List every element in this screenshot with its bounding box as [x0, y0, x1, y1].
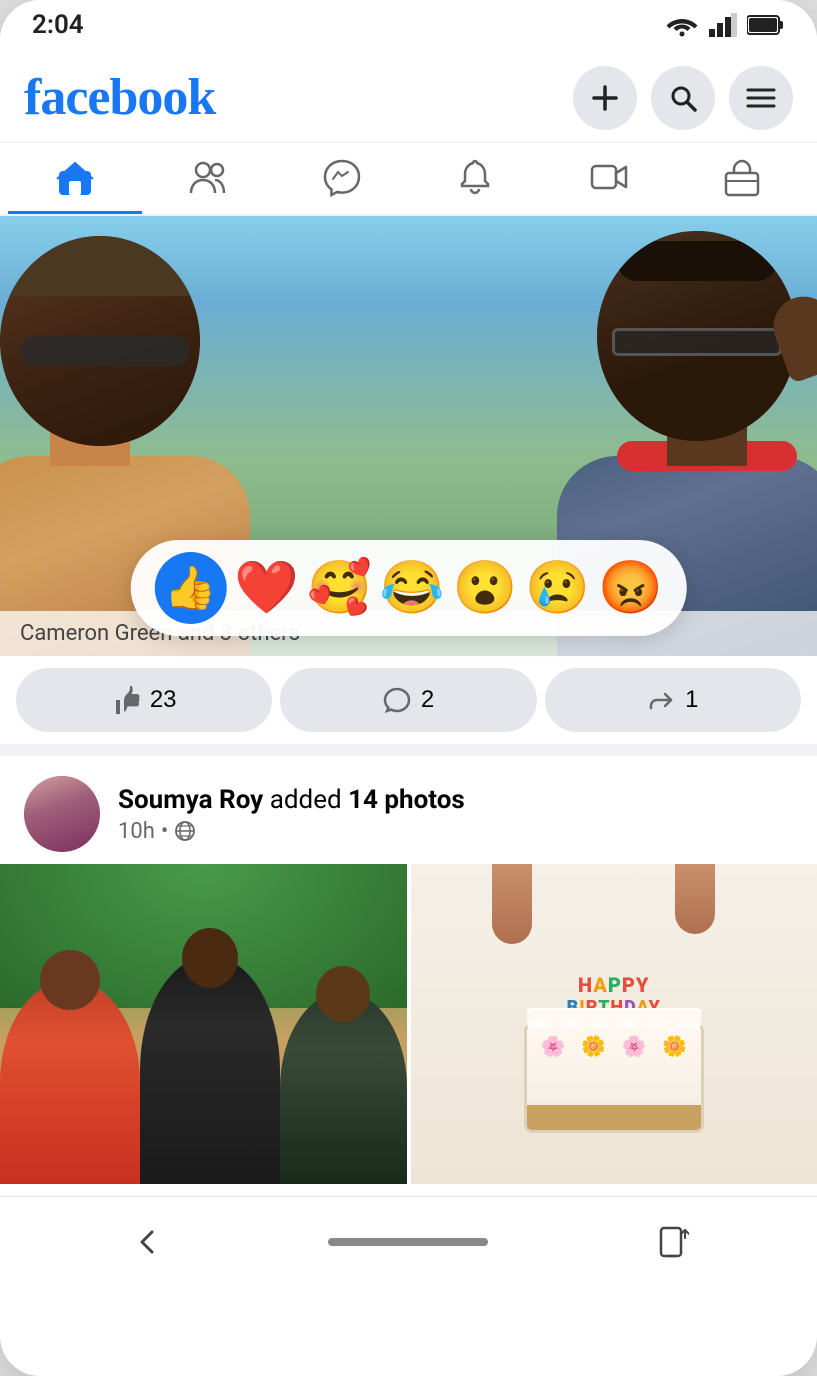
add-button[interactable] — [573, 66, 637, 130]
battery-icon — [747, 14, 785, 36]
nav-marketplace[interactable] — [676, 143, 810, 214]
like-button[interactable]: 23 — [16, 668, 272, 732]
action-buttons-1: 23 2 1 — [16, 668, 801, 732]
reaction-heart[interactable]: ❤️ — [234, 562, 299, 614]
status-icons — [665, 13, 785, 37]
rotate-icon — [653, 1224, 689, 1260]
bell-icon — [455, 157, 495, 197]
status-time: 2:04 — [32, 10, 84, 40]
photo-cell-cake[interactable]: HAPPY BIRTHDAY — [411, 864, 817, 1184]
nav-video[interactable] — [542, 143, 676, 214]
header-actions — [573, 66, 793, 130]
facebook-logo: facebook — [24, 72, 215, 124]
phone-frame: 2:04 facebook — [0, 0, 817, 1376]
dot-separator: • — [161, 819, 168, 844]
home-indicator[interactable] — [328, 1238, 488, 1246]
messenger-icon — [322, 157, 362, 197]
reactions-bar: 👍 ❤️ 🥰 😂 😮 😢 😡 — [130, 540, 687, 636]
photo-cell-selfie[interactable] — [0, 864, 407, 1184]
post2-time: 10h • — [118, 819, 793, 844]
comment-count: 2 — [421, 686, 434, 714]
back-icon — [128, 1224, 164, 1260]
share-icon — [647, 686, 675, 714]
post-image-wrapper: 👍 ❤️ 🥰 😂 😮 😢 😡 Cameron Green and 3 other… — [0, 216, 817, 656]
post2-name: Soumya Roy added 14 photos — [118, 785, 793, 815]
nav-notifications[interactable] — [409, 143, 543, 214]
post2-meta: Soumya Roy added 14 photos 10h • — [118, 785, 793, 844]
menu-button[interactable] — [729, 66, 793, 130]
comment-button[interactable]: 2 — [280, 668, 536, 732]
share-count: 1 — [685, 686, 698, 714]
post-card-2: Soumya Roy added 14 photos 10h • — [0, 756, 817, 1184]
reaction-angry[interactable]: 😡 — [598, 562, 663, 614]
post2-header: Soumya Roy added 14 photos 10h • — [0, 756, 817, 864]
feed: 👍 ❤️ 🥰 😂 😮 😢 😡 Cameron Green and 3 other… — [0, 216, 817, 1184]
reaction-like[interactable]: 👍 — [154, 552, 226, 624]
share-button[interactable]: 1 — [545, 668, 801, 732]
marketplace-icon — [722, 157, 762, 197]
reaction-care[interactable]: 🥰 — [307, 562, 372, 614]
thumbs-up-emoji: 👍 — [164, 564, 216, 613]
avatar-soumya — [24, 776, 100, 852]
nav-friends[interactable] — [142, 143, 276, 214]
avatar-image — [24, 776, 100, 852]
reaction-haha[interactable]: 😂 — [380, 562, 445, 614]
like-icon — [112, 686, 140, 714]
photo-grid: HAPPY BIRTHDAY — [0, 864, 817, 1184]
post-actions-1: 23 2 1 — [0, 656, 817, 744]
search-button[interactable] — [651, 66, 715, 130]
reaction-wow[interactable]: 😮 — [453, 562, 518, 614]
home-icon — [55, 157, 95, 197]
post2-action: added — [270, 785, 348, 815]
status-bar: 2:04 — [0, 0, 817, 50]
nav-home[interactable] — [8, 143, 142, 214]
search-icon — [668, 83, 698, 113]
nav-messenger[interactable] — [275, 143, 409, 214]
globe-icon — [174, 820, 196, 842]
friends-icon — [188, 157, 228, 197]
menu-icon — [746, 87, 776, 109]
plus-icon — [590, 83, 620, 113]
app-header: facebook — [0, 50, 817, 143]
signal-icon — [709, 13, 737, 37]
wifi-icon — [665, 13, 699, 37]
reaction-sad[interactable]: 😢 — [525, 562, 590, 614]
like-count: 23 — [150, 686, 177, 714]
bottom-nav — [0, 1196, 817, 1286]
back-button[interactable] — [116, 1212, 176, 1272]
nav-bar — [0, 143, 817, 216]
rotate-button[interactable] — [641, 1212, 701, 1272]
post-card-1: 👍 ❤️ 🥰 😂 😮 😢 😡 Cameron Green and 3 other… — [0, 216, 817, 744]
comment-icon — [383, 686, 411, 714]
video-icon — [589, 157, 629, 197]
